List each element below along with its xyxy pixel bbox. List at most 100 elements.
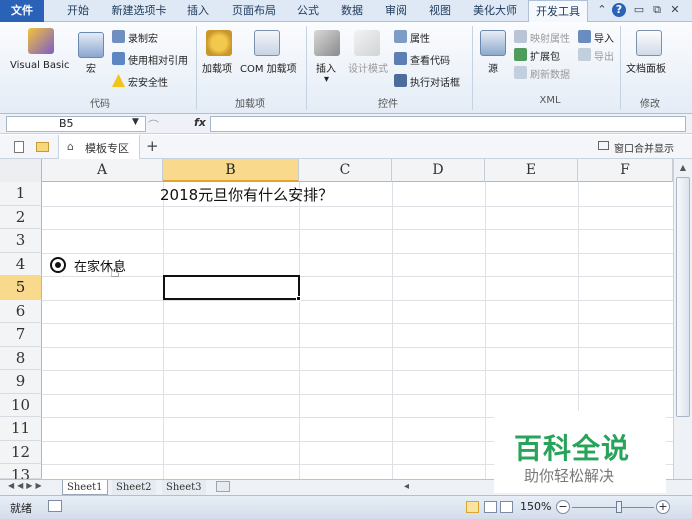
import-button[interactable]: 导入 <box>594 30 614 45</box>
page-break-view-icon[interactable] <box>500 501 513 513</box>
export-button[interactable]: 导出 <box>594 48 614 63</box>
tab-beautify[interactable]: 美化大师 <box>466 0 524 22</box>
macro-record-status-icon[interactable] <box>48 500 62 512</box>
gridline <box>42 370 678 371</box>
tab-developer[interactable]: 开发工具 <box>528 0 588 23</box>
insert-dropdown-icon[interactable]: ▾ <box>324 74 329 85</box>
formula-input[interactable] <box>210 116 686 132</box>
view-code-button[interactable]: 查看代码 <box>410 52 450 67</box>
group-separator <box>472 26 473 110</box>
tab-home[interactable]: 开始 <box>58 0 98 22</box>
insert-control-button[interactable]: 插入 <box>316 60 336 75</box>
record-macro-icon <box>112 30 125 43</box>
insert-sheet-icon[interactable] <box>216 481 230 492</box>
row-header-5[interactable]: 5 <box>0 276 42 300</box>
macro-security-button[interactable]: 宏安全性 <box>128 74 168 89</box>
minimize-ribbon-icon[interactable]: ⌃ <box>595 3 609 17</box>
column-header-d[interactable]: D <box>392 159 485 182</box>
merge-window-button[interactable]: 窗口合并显示 <box>614 140 674 155</box>
tab-new[interactable]: 新建选项卡 <box>106 0 172 22</box>
active-cell-b5[interactable] <box>163 275 300 300</box>
row-header-13[interactable]: 13 <box>0 464 42 484</box>
column-header-f[interactable]: F <box>578 159 673 182</box>
new-file-icon[interactable] <box>14 141 24 153</box>
name-box[interactable]: B5 <box>6 116 146 132</box>
cell-b1[interactable]: 2018元旦你有什么安排？ <box>160 184 333 205</box>
view-code-icon <box>394 52 407 65</box>
row-header-4[interactable]: 4 <box>0 252 42 276</box>
relative-ref-button[interactable]: 使用相对引用 <box>128 52 188 67</box>
zoom-out-button[interactable]: − <box>556 500 570 514</box>
tab-formulas[interactable]: 公式 <box>290 0 326 22</box>
zoom-in-button[interactable]: + <box>656 500 670 514</box>
add-tab-button[interactable]: + <box>146 137 159 155</box>
xml-source-button[interactable]: 源 <box>488 60 498 75</box>
row-header-11[interactable]: 11 <box>0 417 42 441</box>
name-box-dropdown-icon[interactable]: ▼ <box>132 117 139 127</box>
map-properties-button[interactable]: 映射属性 <box>530 30 570 45</box>
hand-cursor-icon: ☝ <box>110 262 120 281</box>
sheet-tab-sheet3[interactable]: Sheet3 <box>162 480 206 495</box>
column-header-a[interactable]: A <box>42 159 163 182</box>
record-macro-button[interactable]: 录制宏 <box>128 30 158 45</box>
select-all-corner[interactable] <box>0 159 42 182</box>
row-header-1[interactable]: 1 <box>0 182 42 206</box>
gridline <box>42 299 678 301</box>
folder-icon[interactable] <box>36 142 49 152</box>
scroll-thumb[interactable] <box>676 177 690 417</box>
row-header-6[interactable]: 6 <box>0 299 42 323</box>
sheet-tab-sheet1[interactable]: Sheet1 <box>62 480 108 495</box>
window-minimize-icon[interactable]: ▭ <box>632 3 646 17</box>
radio-button-icon[interactable] <box>50 257 66 273</box>
row-header-2[interactable]: 2 <box>0 205 42 229</box>
refresh-data-button[interactable]: 刷新数据 <box>530 66 570 81</box>
fill-handle[interactable] <box>296 296 301 301</box>
run-dialog-button[interactable]: 执行对话框 <box>410 74 460 89</box>
tab-view[interactable]: 视图 <box>422 0 458 22</box>
zoom-slider-thumb[interactable] <box>616 501 622 513</box>
scroll-up-icon[interactable]: ▲ <box>677 163 689 173</box>
document-panel-button[interactable]: 文档面板 <box>626 60 666 75</box>
column-header-e[interactable]: E <box>485 159 578 182</box>
zoom-level[interactable]: 150% <box>520 500 551 513</box>
tab-data[interactable]: 数据 <box>334 0 370 22</box>
fx-button[interactable]: fx <box>194 116 206 129</box>
window-close-icon[interactable]: ✕ <box>668 3 682 17</box>
com-addins-button[interactable]: COM 加载项 <box>240 60 297 75</box>
row-header-9[interactable]: 9 <box>0 370 42 394</box>
row-header-10[interactable]: 10 <box>0 393 42 417</box>
tab-file[interactable]: 文件 <box>0 0 44 22</box>
export-icon <box>578 48 591 61</box>
design-mode-button[interactable]: 设计模式 <box>348 60 388 75</box>
properties-button[interactable]: 属性 <box>410 30 430 45</box>
merge-window-icon <box>598 141 609 150</box>
visual-basic-button[interactable]: Visual Basic <box>10 60 70 71</box>
sheet-tab-sheet2[interactable]: Sheet2 <box>112 480 156 495</box>
warning-icon <box>112 74 125 87</box>
run-dialog-icon <box>394 74 407 87</box>
normal-view-icon[interactable] <box>466 501 479 513</box>
column-header-b[interactable]: B <box>163 159 299 182</box>
expansion-pack-button[interactable]: 扩展包 <box>530 48 560 63</box>
vertical-scrollbar[interactable]: ▲ <box>673 159 692 482</box>
zoom-slider-track[interactable] <box>572 507 654 508</box>
addins-button[interactable]: 加载项 <box>202 60 232 75</box>
column-header-c[interactable]: C <box>299 159 392 182</box>
help-icon[interactable]: ? <box>612 3 626 17</box>
horizontal-scroll-left-icon[interactable]: ◂ <box>404 481 409 492</box>
row-header-7[interactable]: 7 <box>0 323 42 347</box>
page-layout-view-icon[interactable] <box>484 501 497 513</box>
row-header-3[interactable]: 3 <box>0 229 42 253</box>
tab-review[interactable]: 审阅 <box>378 0 414 22</box>
sheet-nav-icon[interactable]: ◀◀▶▶ <box>8 481 45 490</box>
gridline <box>42 229 678 230</box>
row-header-8[interactable]: 8 <box>0 346 42 370</box>
tab-insert[interactable]: 插入 <box>180 0 216 22</box>
group-separator <box>196 26 197 110</box>
tab-page-layout[interactable]: 页面布局 <box>226 0 282 22</box>
gridline <box>392 182 393 482</box>
macro-button[interactable]: 宏 <box>86 60 96 75</box>
row-header-12[interactable]: 12 <box>0 440 42 464</box>
window-restore-icon[interactable]: ⧉ <box>650 3 664 17</box>
template-zone-tab[interactable]: ⌂ 模板专区 <box>58 135 140 159</box>
